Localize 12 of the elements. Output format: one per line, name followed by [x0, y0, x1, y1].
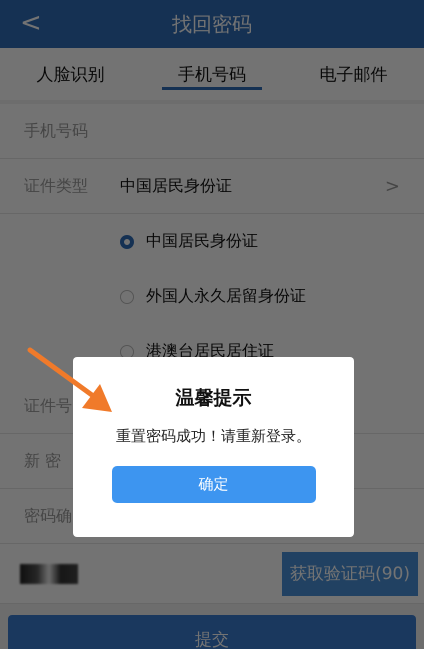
get-code-button[interactable]: 获取验证码(90)	[282, 552, 418, 596]
dialog-title: 温馨提示	[176, 386, 252, 411]
submit-button[interactable]: 提交	[8, 615, 416, 649]
radio-button[interactable]	[120, 290, 134, 304]
radio-button[interactable]	[120, 234, 134, 248]
dialog-message: 重置密码成功！请重新登录。	[116, 427, 311, 446]
page-title: 找回密码	[172, 10, 252, 38]
option-label[interactable]: 中国居民身份证	[146, 231, 258, 252]
confirm-button[interactable]: 确定	[112, 466, 316, 503]
option-label[interactable]: 外国人永久居留身份证	[146, 286, 306, 307]
captcha-image	[20, 564, 78, 584]
back-button[interactable]: <	[14, 8, 48, 38]
